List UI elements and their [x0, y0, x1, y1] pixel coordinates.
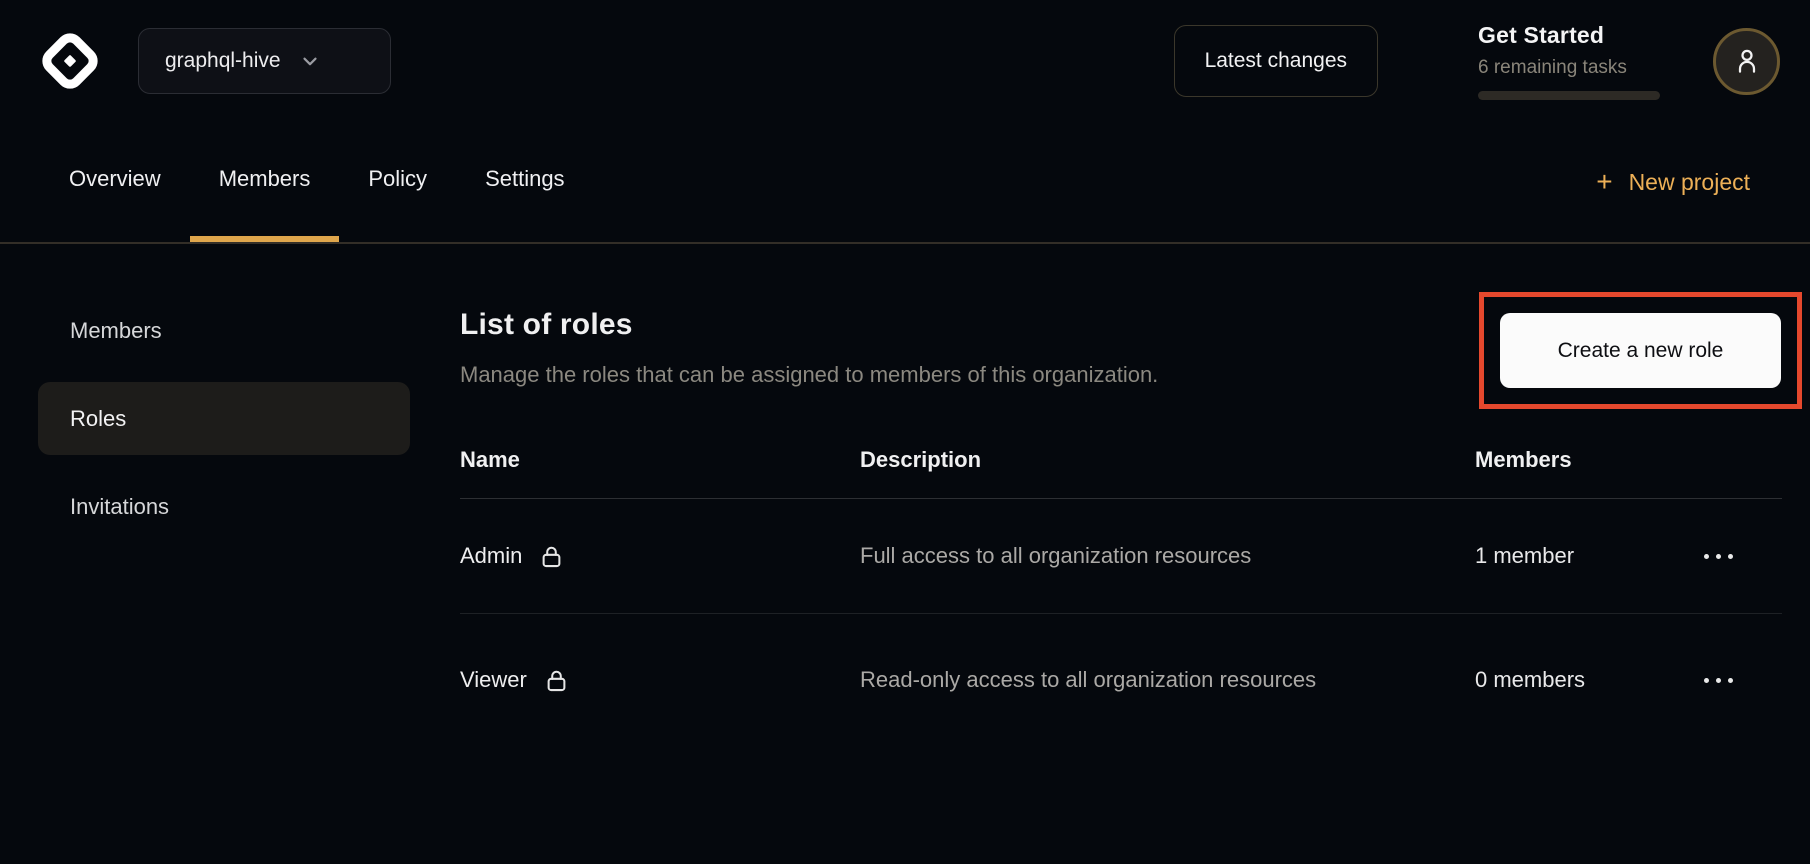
hive-logo-icon[interactable]	[38, 27, 102, 95]
organization-name: graphql-hive	[165, 49, 281, 73]
roles-header: List of roles Manage the roles that can …	[460, 308, 1782, 409]
role-actions-cell	[1702, 668, 1782, 693]
column-header-description: Description	[860, 447, 1475, 473]
org-tab-bar: Overview Members Policy Settings + New p…	[0, 122, 1810, 244]
create-new-role-button[interactable]: Create a new role	[1500, 313, 1781, 388]
role-name: Viewer	[460, 667, 527, 693]
row-menu-button[interactable]	[1702, 668, 1735, 693]
column-header-name: Name	[460, 447, 860, 473]
tabbar-spacer	[594, 122, 1597, 242]
table-row: Admin Full access to all organization re…	[460, 499, 1782, 614]
person-icon	[1732, 46, 1762, 76]
get-started-subtitle: 6 remaining tasks	[1478, 57, 1663, 79]
plus-icon: +	[1596, 168, 1612, 196]
tab-settings[interactable]: Settings	[456, 122, 594, 242]
role-description: Read-only access to all organization res…	[860, 663, 1475, 697]
role-name-cell: Viewer	[460, 667, 860, 694]
role-actions-cell	[1702, 544, 1782, 569]
annotation-highlight-box: Create a new role	[1479, 292, 1802, 409]
page-title: List of roles	[460, 308, 1158, 342]
chevron-down-icon	[299, 50, 321, 72]
lock-icon	[543, 667, 570, 694]
new-project-label: New project	[1629, 169, 1750, 196]
get-started-progress-bar	[1478, 91, 1660, 100]
row-menu-button[interactable]	[1702, 544, 1735, 569]
page-content: Members Roles Invitations List of roles …	[0, 244, 1810, 746]
role-members-count: 1 member	[1475, 543, 1702, 569]
sidebar-item-roles[interactable]: Roles	[38, 382, 410, 455]
tab-members[interactable]: Members	[190, 122, 340, 242]
tab-overview[interactable]: Overview	[40, 122, 190, 242]
column-header-members: Members	[1475, 447, 1702, 473]
tab-policy[interactable]: Policy	[339, 122, 456, 242]
role-description: Full access to all organization resource…	[860, 539, 1475, 573]
latest-changes-button[interactable]: Latest changes	[1174, 25, 1378, 97]
top-header: graphql-hive Latest changes Get Started …	[0, 0, 1810, 122]
role-members-count: 0 members	[1475, 667, 1702, 693]
new-project-button[interactable]: + New project	[1596, 122, 1750, 242]
role-name-cell: Admin	[460, 543, 860, 570]
lock-icon	[538, 543, 565, 570]
sidebar-item-invitations[interactable]: Invitations	[38, 470, 410, 543]
role-name: Admin	[460, 543, 522, 569]
sidebar-item-members[interactable]: Members	[38, 294, 410, 367]
table-row: Viewer Read-only access to all organizat…	[460, 614, 1782, 746]
get-started-widget[interactable]: Get Started 6 remaining tasks	[1478, 22, 1663, 100]
roles-table: Name Description Members Admin Full acce…	[460, 447, 1782, 746]
roles-main-panel: List of roles Manage the roles that can …	[460, 244, 1782, 746]
user-avatar[interactable]	[1713, 28, 1780, 95]
page-subtitle: Manage the roles that can be assigned to…	[460, 362, 1158, 388]
get-started-title: Get Started	[1478, 22, 1663, 49]
members-sidebar: Members Roles Invitations	[38, 294, 410, 543]
table-header-row: Name Description Members	[460, 447, 1782, 499]
roles-header-text: List of roles Manage the roles that can …	[460, 308, 1158, 388]
organization-selector[interactable]: graphql-hive	[138, 28, 391, 94]
